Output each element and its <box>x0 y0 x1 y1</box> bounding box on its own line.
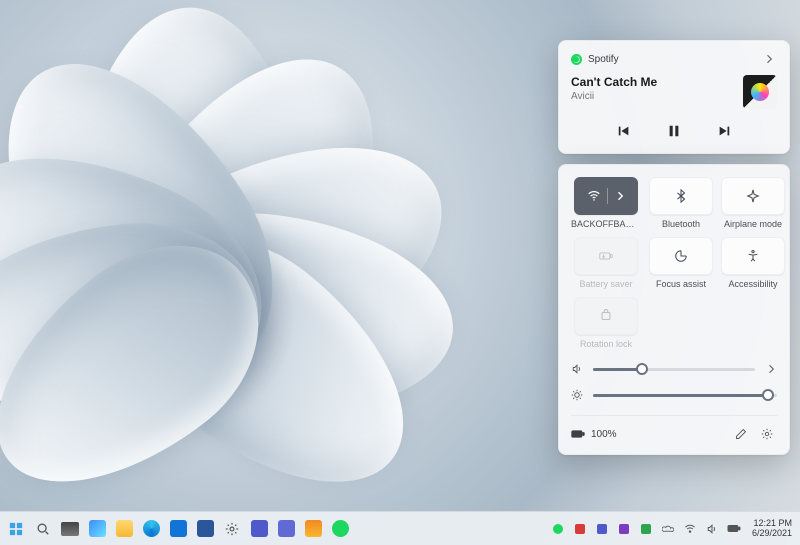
track-artist: Avicii <box>571 91 733 102</box>
tray-volume-icon[interactable] <box>704 517 720 541</box>
explorer-button[interactable] <box>112 517 136 541</box>
taskbar-date: 6/29/2021 <box>752 529 792 539</box>
album-art <box>743 75 777 109</box>
wallpaper-bloom <box>0 0 500 480</box>
word-button[interactable] <box>193 517 217 541</box>
tray-battery-icon[interactable] <box>726 517 742 541</box>
focus-assist-icon <box>674 249 688 263</box>
spotify-app-button[interactable] <box>328 517 352 541</box>
volume-icon <box>571 363 583 375</box>
bluetooth-tile[interactable] <box>649 177 713 215</box>
chevron-right-icon <box>614 190 626 202</box>
widgets-button[interactable] <box>85 517 109 541</box>
edge-button[interactable] <box>139 517 163 541</box>
brightness-slider[interactable] <box>593 394 777 397</box>
airplane-icon <box>746 189 760 203</box>
teams-work-button[interactable] <box>274 517 298 541</box>
airplane-label: Airplane mode <box>724 220 782 229</box>
settings-button[interactable] <box>757 424 777 444</box>
tray-wifi-icon[interactable] <box>682 517 698 541</box>
start-button[interactable] <box>4 517 28 541</box>
accessibility-tile[interactable] <box>721 237 785 275</box>
bluetooth-icon <box>674 189 688 203</box>
task-view-button[interactable] <box>58 517 82 541</box>
settings-app-button[interactable] <box>220 517 244 541</box>
battery-text: 100% <box>591 429 617 440</box>
quick-settings-panel: BACKOFFBACCHU Bluetooth Airplane m <box>558 164 790 455</box>
spotify-icon <box>571 54 582 65</box>
airplane-tile[interactable] <box>721 177 785 215</box>
brightness-icon <box>571 389 583 401</box>
media-header: Spotify <box>571 51 777 67</box>
wifi-label: BACKOFFBACCHU <box>571 220 641 229</box>
battery-saver-icon <box>599 249 613 263</box>
taskbar: 12:21 PM 6/29/2021 <box>0 511 800 545</box>
pause-button[interactable] <box>664 121 684 141</box>
media-app-name: Spotify <box>588 54 755 65</box>
quick-settings-tiles: BACKOFFBACCHU Bluetooth Airplane m <box>571 177 777 349</box>
volume-row <box>571 363 777 375</box>
mail-button[interactable] <box>166 517 190 541</box>
accessibility-label: Accessibility <box>728 280 777 289</box>
focus-assist-label: Focus assist <box>656 280 706 289</box>
tray-onedrive-icon[interactable] <box>660 517 676 541</box>
teams-button[interactable] <box>247 517 271 541</box>
tray-security-icon[interactable] <box>638 517 654 541</box>
volume-slider[interactable] <box>593 368 755 371</box>
bluetooth-label: Bluetooth <box>662 220 700 229</box>
tray-antivirus-icon[interactable] <box>572 517 588 541</box>
rotation-lock-label: Rotation lock <box>580 340 632 349</box>
volume-expand-button[interactable] <box>765 363 777 375</box>
tray-spotify-icon[interactable] <box>550 517 566 541</box>
media-panel: Spotify Can't Catch Me Avicii <box>558 40 790 154</box>
rotation-lock-tile <box>574 297 638 335</box>
media-controls <box>571 121 777 141</box>
track-title: Can't Catch Me <box>571 75 733 89</box>
wifi-tile[interactable] <box>574 177 638 215</box>
feedback-hub-button[interactable] <box>301 517 325 541</box>
next-track-button[interactable] <box>714 121 734 141</box>
taskbar-clock[interactable]: 12:21 PM 6/29/2021 <box>748 519 796 539</box>
tray-teams-icon[interactable] <box>594 517 610 541</box>
previous-track-button[interactable] <box>614 121 634 141</box>
tray-onenote-icon[interactable] <box>616 517 632 541</box>
expand-media-button[interactable] <box>761 51 777 67</box>
accessibility-icon <box>746 249 760 263</box>
focus-assist-tile[interactable] <box>649 237 713 275</box>
brightness-row <box>571 389 777 401</box>
wifi-icon <box>587 189 601 203</box>
search-button[interactable] <box>31 517 55 541</box>
battery-saver-label: Battery saver <box>579 280 632 289</box>
battery-saver-tile <box>574 237 638 275</box>
quick-settings-footer: 100% <box>571 415 777 444</box>
edit-quick-settings-button[interactable] <box>731 424 751 444</box>
battery-icon <box>571 429 585 439</box>
rotation-lock-icon <box>599 309 613 323</box>
